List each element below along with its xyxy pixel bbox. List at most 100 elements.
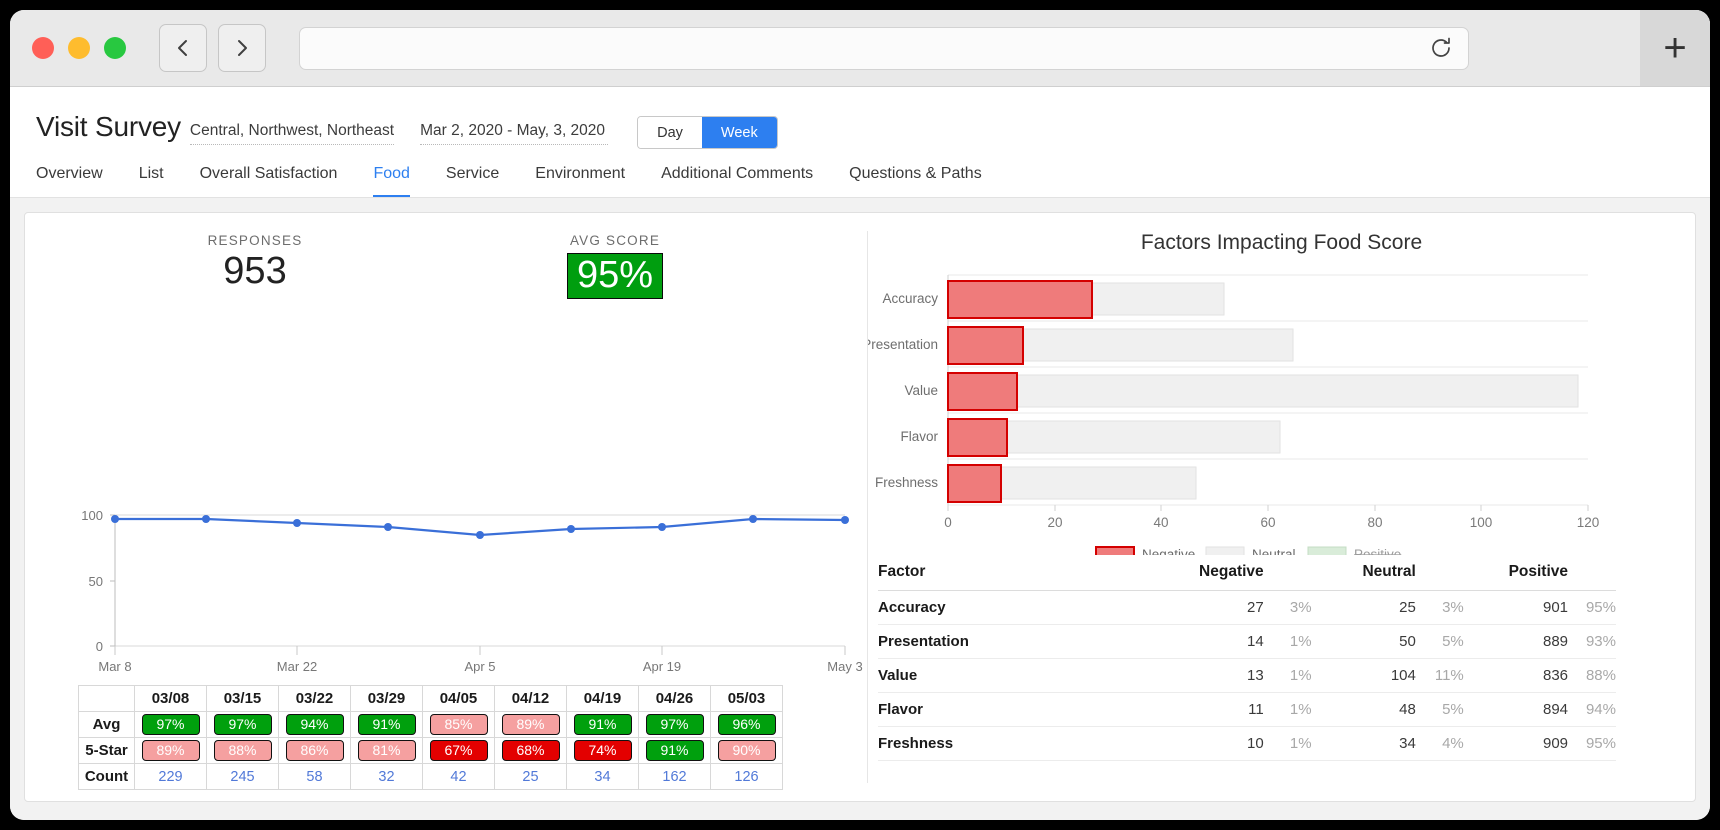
y-tick-0: 0 bbox=[96, 639, 103, 654]
factor-negative-pct: 1% bbox=[1263, 726, 1312, 761]
legend-swatch-negative[interactable] bbox=[1095, 546, 1135, 562]
factor-positive-count: 894 bbox=[1463, 692, 1569, 727]
table-cell: 68% bbox=[494, 737, 567, 764]
table-row: Flavor 11 1% 48 5% 894 94% bbox=[878, 692, 1616, 727]
bar-group-freshness: Freshness bbox=[875, 464, 1197, 503]
factor-neutral-pct: 11% bbox=[1415, 658, 1464, 693]
maximize-window-button[interactable] bbox=[104, 37, 126, 59]
navigation-buttons bbox=[159, 24, 266, 72]
tab-service[interactable]: Service bbox=[446, 157, 499, 197]
tab-questions-paths[interactable]: Questions & Paths bbox=[849, 157, 982, 197]
spacer-cell-1 bbox=[1263, 557, 1312, 591]
metric-pill: 89% bbox=[141, 740, 200, 761]
new-tab-button[interactable]: + bbox=[1640, 10, 1710, 86]
count-cell[interactable]: 126 bbox=[710, 763, 783, 790]
col-header-0308: 03/08 bbox=[134, 685, 207, 712]
tab-bar: Overview List Overall Satisfaction Food … bbox=[10, 157, 1710, 197]
factor-neutral-count: 48 bbox=[1311, 692, 1416, 727]
legend-label-neutral[interactable]: Neutral bbox=[1252, 547, 1296, 562]
granularity-toggle: Day Week bbox=[637, 116, 778, 149]
factor-neutral-count: 104 bbox=[1311, 658, 1416, 693]
metric-pill: 88% bbox=[213, 740, 272, 761]
address-bar[interactable] bbox=[299, 26, 1469, 70]
table-corner-cell bbox=[78, 685, 135, 712]
bar-negative-value bbox=[947, 372, 1018, 411]
dashboard-body: RESPONSES 953 AVG SCORE 95% 100 50 0 Mar… bbox=[10, 198, 1710, 820]
count-cell[interactable]: 32 bbox=[350, 763, 423, 790]
x-tick-mar-8: Mar 8 bbox=[98, 659, 131, 674]
row-label-5-star: 5-Star bbox=[78, 737, 135, 764]
factor-negative-count: 11 bbox=[1159, 692, 1264, 727]
table-cell: 97% bbox=[206, 711, 279, 738]
count-cell[interactable]: 42 bbox=[422, 763, 495, 790]
factor-name: Freshness bbox=[878, 726, 1160, 761]
count-cell[interactable]: 34 bbox=[566, 763, 639, 790]
col-header-0426: 04/26 bbox=[638, 685, 711, 712]
count-cell[interactable]: 25 bbox=[494, 763, 567, 790]
granularity-option-week[interactable]: Week bbox=[701, 117, 777, 148]
table-cell: 91% bbox=[350, 711, 423, 738]
kpi-avg-score-value: 95% bbox=[566, 253, 664, 299]
tab-additional-comments[interactable]: Additional Comments bbox=[661, 157, 813, 197]
col-header-0412: 04/12 bbox=[494, 685, 567, 712]
y-tick-50: 50 bbox=[89, 574, 103, 589]
factor-negative-pct: 1% bbox=[1263, 692, 1312, 727]
date-range-filter[interactable]: Mar 2, 2020 - May, 3, 2020 bbox=[420, 122, 609, 145]
bar-x-tick-20: 20 bbox=[1047, 515, 1062, 530]
metric-pill: 91% bbox=[357, 714, 416, 735]
factor-positive-pct: 93% bbox=[1568, 624, 1616, 659]
close-window-button[interactable] bbox=[32, 37, 54, 59]
row-label-count: Count bbox=[78, 763, 135, 790]
metric-pill: 85% bbox=[429, 714, 488, 735]
reload-icon bbox=[1432, 37, 1450, 57]
table-cell: 90% bbox=[710, 737, 783, 764]
table-cell: 97% bbox=[134, 711, 207, 738]
metric-pill: 89% bbox=[501, 714, 560, 735]
tab-overall-satisfaction[interactable]: Overall Satisfaction bbox=[200, 157, 338, 197]
reload-button[interactable] bbox=[1428, 35, 1454, 61]
tab-food[interactable]: Food bbox=[373, 157, 410, 197]
browser-titlebar: + bbox=[10, 10, 1710, 87]
factor-neutral-count: 50 bbox=[1311, 624, 1416, 659]
table-cell: 91% bbox=[566, 711, 639, 738]
legend-label-positive[interactable]: Positive bbox=[1354, 547, 1401, 562]
minimize-window-button[interactable] bbox=[68, 37, 90, 59]
table-cell: 67% bbox=[422, 737, 495, 764]
tab-overview[interactable]: Overview bbox=[36, 157, 103, 197]
table-cell: 85% bbox=[422, 711, 495, 738]
factors-header-row: Factor Negative Neutral Positive bbox=[878, 557, 1616, 591]
factor-positive-count: 889 bbox=[1463, 624, 1569, 659]
tab-list[interactable]: List bbox=[139, 157, 164, 197]
table-cell: 91% bbox=[638, 737, 711, 764]
forward-button[interactable] bbox=[218, 24, 266, 72]
count-cell[interactable]: 229 bbox=[134, 763, 207, 790]
factor-neutral-count: 25 bbox=[1311, 590, 1416, 625]
factor-positive-pct: 95% bbox=[1568, 590, 1616, 625]
table-cell: 74% bbox=[566, 737, 639, 764]
bar-negative-freshness bbox=[947, 464, 1002, 503]
granularity-option-day[interactable]: Day bbox=[638, 117, 702, 148]
dashboard-card: RESPONSES 953 AVG SCORE 95% 100 50 0 Mar… bbox=[24, 212, 1696, 802]
factor-positive-pct: 95% bbox=[1568, 726, 1616, 761]
legend-swatch-neutral[interactable] bbox=[1205, 546, 1245, 562]
factor-positive-pct: 94% bbox=[1568, 692, 1616, 727]
col-header-0419: 04/19 bbox=[566, 685, 639, 712]
legend-swatch-positive[interactable] bbox=[1307, 546, 1347, 562]
legend-label-negative[interactable]: Negative bbox=[1142, 547, 1195, 562]
factors-bar-chart: Accuracy Presentation Value Flavor Fresh… bbox=[862, 255, 1695, 562]
count-cell[interactable]: 58 bbox=[278, 763, 351, 790]
url-input[interactable] bbox=[314, 39, 1340, 57]
table-cell: 97% bbox=[638, 711, 711, 738]
metric-pill: 67% bbox=[429, 740, 488, 761]
factor-neutral-count: 34 bbox=[1311, 726, 1416, 761]
app-header: Visit Survey Central, Northwest, Northea… bbox=[10, 87, 1710, 198]
metric-pill: 91% bbox=[573, 714, 632, 735]
bar-label-accuracy: Accuracy bbox=[882, 291, 938, 306]
metric-pill: 81% bbox=[357, 740, 416, 761]
region-filter[interactable]: Central, Northwest, Northeast bbox=[189, 122, 395, 145]
tab-environment[interactable]: Environment bbox=[535, 157, 625, 197]
kpi-responses-value: 953 bbox=[223, 250, 287, 292]
count-cell[interactable]: 162 bbox=[638, 763, 711, 790]
back-button[interactable] bbox=[159, 24, 207, 72]
count-cell[interactable]: 245 bbox=[206, 763, 279, 790]
